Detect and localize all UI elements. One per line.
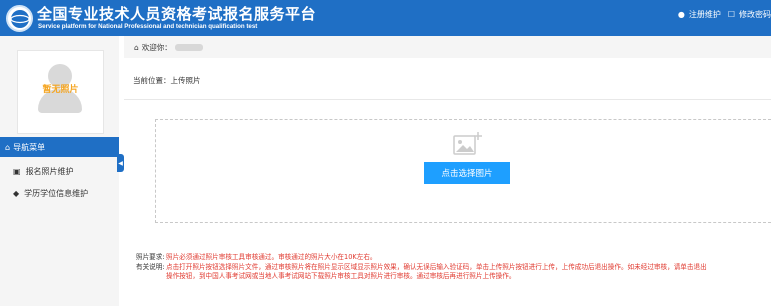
photo-requirement-row: 照片要求: 照片必须通过照片审核工具审核通过。 审核通过的照片大小在10K左右。: [136, 253, 707, 263]
requirement-label: 照片要求:: [136, 253, 165, 261]
info-circle-icon: ●: [677, 9, 685, 19]
choose-image-button[interactable]: 点击选择图片: [424, 162, 510, 184]
register-maintain-link[interactable]: 注册维护: [689, 9, 721, 20]
nav-menu-header[interactable]: ⌂ 导航菜单: [0, 137, 119, 157]
welcome-label: 欢迎你：: [141, 42, 172, 52]
top-links: ● 注册维护 ☐ 修改密码: [678, 8, 771, 20]
welcome-bar: ⌂ 欢迎你：: [124, 36, 771, 58]
breadcrumb: 当前位置：上传照片: [133, 76, 201, 85]
description-row: 有关说明: 点击打开照片按钮选择照片文件，通过审核照片将在照片显示区域显示照片效…: [136, 263, 707, 273]
upload-notes: 照片要求: 照片必须通过照片审核工具审核通过。 审核通过的照片大小在10K左右。…: [136, 253, 707, 282]
sidebar: 暂无照片 ⌂ 导航菜单 ▣ 报名照片维护 ◆ 学历学位信息维护: [0, 36, 119, 306]
add-image-icon: [453, 132, 482, 155]
avatar-photo: 暂无照片: [17, 50, 104, 134]
nav-menu-title: 导航菜单: [13, 142, 46, 152]
user-name-redacted: [174, 43, 203, 51]
photo-icon: ▣: [13, 166, 21, 176]
platform-subtitle: Service platform for National Profession…: [38, 23, 258, 30]
description-line-2a: 操作按钮，到中国人事考试网或当地人事考试网站下载: [166, 272, 325, 280]
description-line-1: 点击打开照片按钮选择照片文件，通过审核照片将在照片显示区域显示照片效果，确认无误…: [166, 262, 707, 271]
sidebar-item-photo[interactable]: ▣ 报名照片维护: [0, 160, 119, 182]
divider: [124, 99, 771, 100]
photo-upload-area[interactable]: 点击选择图片: [155, 119, 771, 223]
requirement-size-warning: 审核通过的照片大小在10K左右。: [278, 253, 377, 261]
requirement-text: 照片必须通过照片审核工具审核通过。: [166, 253, 279, 261]
graduation-cap-icon: ◆: [13, 188, 20, 198]
no-photo-label: 暂无照片: [42, 85, 79, 95]
chevron-left-icon: ◀: [118, 159, 123, 167]
pta-logo: [6, 5, 33, 32]
sidebar-item-education[interactable]: ◆ 学历学位信息维护: [0, 182, 119, 204]
home-icon: ⌂: [5, 142, 11, 152]
sidebar-item-label: 学历学位信息维护: [24, 188, 89, 198]
edit-square-icon: ☐: [727, 9, 735, 19]
platform-title: 全国专业技术人员资格考试报名服务平台: [37, 5, 317, 23]
description-line-2b: 对照片进行审核。通过审核后再进行照片上传操作。: [363, 272, 516, 280]
description-row-2: 操作按钮，到中国人事考试网或当地人事考试网站下载 照片审核工具 对照片进行审核。…: [136, 272, 707, 282]
change-password-link[interactable]: 修改密码: [739, 9, 771, 20]
sidebar-item-label: 报名照片维护: [25, 166, 74, 176]
top-header: 全国专业技术人员资格考试报名服务平台 Service platform for …: [0, 0, 771, 36]
description-label: 有关说明:: [136, 262, 165, 271]
sidebar-collapse-toggle[interactable]: ◀: [117, 154, 124, 172]
audit-tool-link[interactable]: 照片审核工具: [324, 272, 364, 282]
bank-icon: ⌂: [134, 42, 139, 52]
